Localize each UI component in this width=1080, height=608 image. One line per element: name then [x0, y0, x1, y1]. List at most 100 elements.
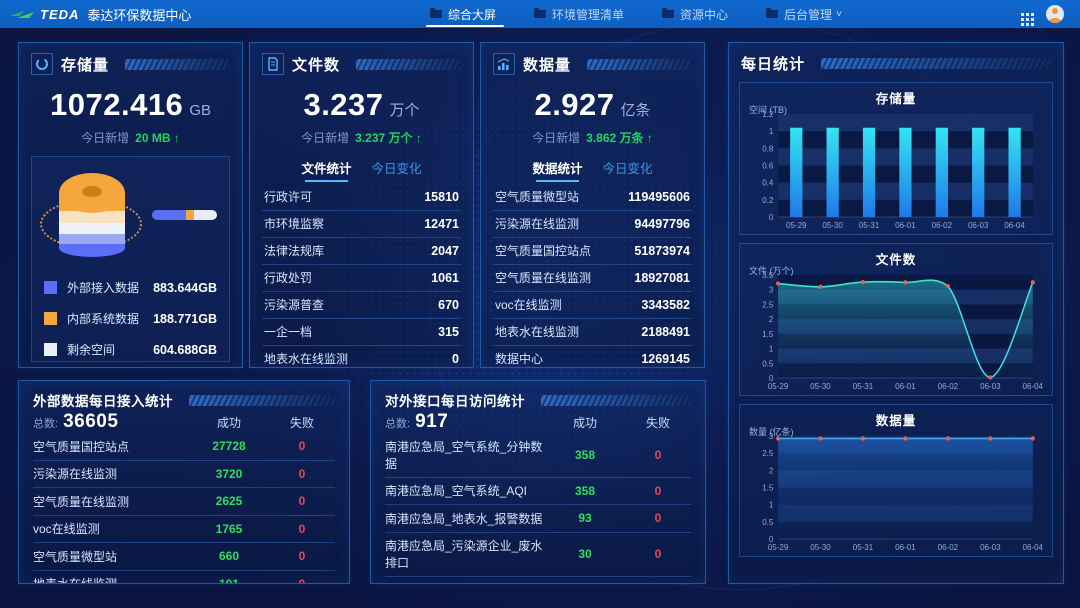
svg-text:05-29: 05-29 [768, 543, 789, 552]
external-total: 36605 [63, 411, 118, 433]
files-total: 3.237万个 [262, 87, 461, 123]
svg-text:06-02: 06-02 [932, 221, 953, 230]
nav-item[interactable]: 综合大屏 [430, 0, 500, 28]
folder-icon [662, 10, 674, 18]
svg-text:2: 2 [769, 466, 774, 475]
dashboard: 存储量 1072.416GB 今日新增20 MB ↑ [0, 28, 1080, 584]
title-ribbon [189, 395, 335, 406]
legend-row: 内部系统数据 188.771GB [44, 310, 217, 327]
bar-chart-icon [493, 53, 515, 75]
files-tabs: 文件统计今日变化 [262, 158, 461, 182]
table-row: 南港应急局_地表水_报警数据 93 0 [385, 505, 691, 533]
legend-row: 外部接入数据 883.644GB [44, 279, 217, 296]
chart-axis-unit: 数量 (亿条) [749, 425, 794, 438]
svg-text:1: 1 [769, 500, 774, 509]
bottom-row: 外部数据每日接入统计 总数: 36605 成功 失败 空气质量国控站点 2772… [18, 380, 706, 584]
svg-text:06-03: 06-03 [980, 543, 1001, 552]
title-ribbon [125, 59, 230, 70]
table-row: 空气质量国控站点 51873974 [493, 238, 692, 265]
svg-text:05-30: 05-30 [810, 382, 831, 391]
api-table-header: 对外接口每日访问统计 [385, 390, 691, 410]
table-row: 南港应急局_污染源企业_废气排口 30 0 [385, 577, 691, 584]
chart-svg: 00.20.40.60.811.205-2905-3005-3106-0106-… [746, 107, 1046, 233]
storage-icon [31, 53, 53, 75]
svg-text:05-31: 05-31 [859, 221, 880, 230]
chart-storage: 存储量空间 (TB)00.20.40.60.811.205-2905-3005-… [739, 82, 1053, 235]
storage-total-unit: GB [189, 102, 211, 119]
table-row: 空气质量国控站点 27728 0 [33, 433, 335, 461]
usage-bar-segment [194, 210, 217, 220]
chevron-down-icon: ˅ [836, 9, 842, 20]
tab[interactable]: 数据统计 [532, 158, 582, 182]
files-stat-table: 行政许可 15810 市环境监察 12471 法律法规库 2047 [262, 184, 461, 368]
nav-item[interactable]: 环境管理清单 [534, 0, 628, 28]
user-avatar[interactable] [1046, 5, 1064, 23]
svg-text:06-01: 06-01 [895, 543, 916, 552]
svg-text:1: 1 [769, 127, 774, 136]
nav-item-label: 资源中心 [680, 6, 728, 23]
card-title: 存储量 [61, 54, 109, 75]
chart-svg: 00.511.522.533.505-2905-3005-3106-0106-0… [746, 268, 1046, 394]
charts-container: 存储量空间 (TB)00.20.40.60.811.205-2905-3005-… [729, 74, 1063, 563]
apps-grid-icon[interactable] [1021, 13, 1024, 16]
api-table-head: 总数: 917 成功 失败 [385, 411, 691, 433]
svg-text:1.5: 1.5 [762, 330, 774, 339]
storage-usage-bar [152, 210, 217, 220]
legend-value: 883.644GB [153, 281, 217, 295]
svg-text:0.5: 0.5 [762, 359, 774, 368]
data-total: 2.927亿条 [493, 87, 692, 123]
svg-text:05-30: 05-30 [810, 543, 831, 552]
chart-svg: 00.511.522.5305-2905-3005-3106-0106-0206… [746, 429, 1046, 555]
svg-text:06-01: 06-01 [895, 221, 916, 230]
api-visits-table-card: 对外接口每日访问统计 总数: 917 成功 失败 南港应急局_空气系统_分钟数据 [370, 380, 706, 584]
svg-text:06-03: 06-03 [968, 221, 989, 230]
table-row: voc在线监测 1765 0 [33, 516, 335, 544]
svg-text:0.2: 0.2 [762, 196, 774, 205]
svg-text:0.5: 0.5 [762, 518, 774, 527]
legend-label: 内部系统数据 [67, 310, 153, 327]
file-icon [262, 53, 284, 75]
data-stat-table: 空气质量微型站 119495606 污染源在线监测 94497796 空气质量国… [493, 184, 692, 368]
svg-text:06-01: 06-01 [895, 382, 916, 391]
tab[interactable]: 文件统计 [301, 158, 351, 182]
title-ribbon [821, 58, 1051, 69]
svg-text:06-04: 06-04 [1004, 221, 1025, 230]
table-row: 一企一档 315 [262, 319, 461, 346]
table-row: 污染源在线监测 3720 0 [33, 461, 335, 489]
files-card-header: 文件数 [262, 53, 461, 75]
nav-item[interactable]: 资源中心 [662, 0, 732, 28]
legend-label: 剩余空间 [67, 341, 153, 358]
daily-stats-panel: 每日统计 存储量空间 (TB)00.20.40.60.811.205-2905-… [728, 42, 1064, 584]
tab[interactable]: 今日变化 [603, 158, 653, 182]
svg-text:05-31: 05-31 [853, 382, 874, 391]
title-ribbon [356, 59, 461, 70]
table-row: 南港应急局_空气系统_分钟数据 358 0 [385, 433, 691, 478]
chart-files: 文件数文件 (万个)00.511.522.533.505-2905-3005-3… [739, 243, 1053, 396]
svg-text:06-04: 06-04 [1023, 543, 1044, 552]
title-ribbon [541, 395, 691, 406]
chart-axis-unit: 空间 (TB) [749, 103, 787, 116]
folder-icon [430, 10, 442, 18]
legend-value: 188.771GB [153, 312, 217, 326]
logo-text: TEDA [40, 7, 79, 22]
usage-bar-segment [152, 210, 186, 220]
svg-text:2.5: 2.5 [762, 449, 774, 458]
storage-card: 存储量 1072.416GB 今日新增20 MB ↑ [18, 42, 243, 368]
svg-text:06-04: 06-04 [1023, 382, 1044, 391]
brand: TEDA 泰达环保数据中心 [10, 5, 340, 24]
nav-item-label: 后台管理 [784, 6, 832, 23]
card-title: 文件数 [292, 54, 340, 75]
legend-label: 外部接入数据 [67, 279, 153, 296]
table-row: 市环境监察 12471 [262, 211, 461, 238]
title-ribbon [587, 59, 692, 70]
table-row: 地表水在线监测 101 0 [33, 571, 335, 585]
nav-item[interactable]: 后台管理 ˅ [766, 0, 842, 28]
svg-text:05-31: 05-31 [853, 543, 874, 552]
table-row: 空气质量在线监测 18927081 [493, 265, 692, 292]
svg-text:06-03: 06-03 [980, 382, 1001, 391]
tab[interactable]: 今日变化 [372, 158, 422, 182]
svg-text:2.5: 2.5 [762, 300, 774, 309]
table-row: 南港应急局_空气系统_AQI 358 0 [385, 478, 691, 506]
legend-swatch [44, 343, 57, 356]
card-title: 数据量 [523, 54, 571, 75]
